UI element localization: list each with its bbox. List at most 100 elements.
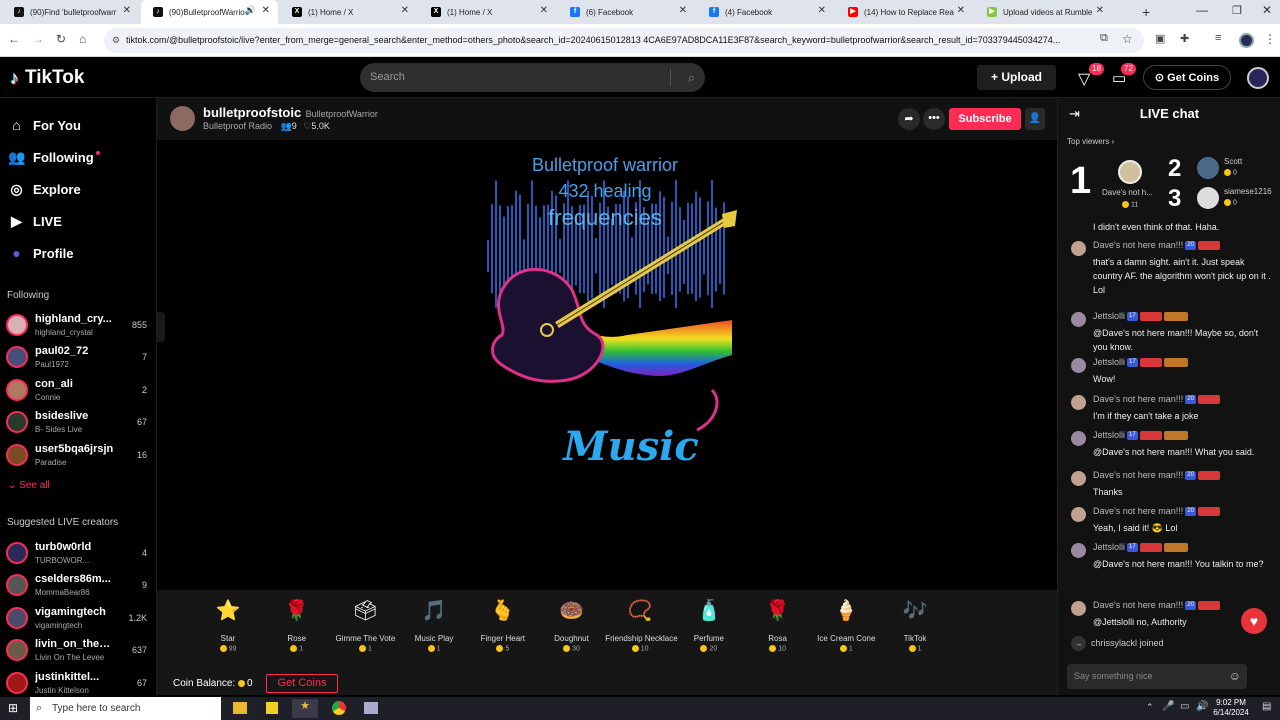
chat-username[interactable]: Jettslolli [1093,542,1125,552]
more-options-icon[interactable]: ••• [923,108,945,130]
chat-avatar[interactable] [1071,601,1086,616]
top-viewers-link[interactable]: Top viewers › [1067,137,1114,146]
tiktok-logo[interactable]: ♪ TikTok [10,67,84,89]
notifications-icon[interactable]: ▤ [1262,701,1271,712]
suggested-creator[interactable]: cselders86m... MommaBear86 9 [6,571,151,601]
chat-input[interactable]: Say something nice ☺ [1067,664,1247,689]
tray-chevron-icon[interactable]: ⌃ [1146,702,1154,713]
chat-username[interactable]: Jettslolli [1093,430,1125,440]
browser-menu-icon[interactable]: ⋮ [1264,32,1276,46]
following-user[interactable]: con_ali Connie 2 [6,376,151,406]
volume-icon[interactable]: 🔊 [1196,701,1208,712]
back-icon[interactable]: ← [8,32,20,46]
close-tab-icon[interactable]: ✕ [1096,5,1104,16]
taskbar-search-input[interactable]: ⌕ Type here to search [30,697,221,720]
following-user[interactable]: highland_cry... highland_crystal 855 [6,311,151,341]
close-tab-icon[interactable]: ✕ [540,5,548,16]
chat-username[interactable]: Dave's not here man!!! [1093,506,1183,516]
get-coins-button[interactable]: Get Coins [266,674,338,693]
upload-button[interactable]: + Upload [977,65,1056,90]
gift-item[interactable]: 🍩 Doughnut 30 [537,596,607,652]
reload-icon[interactable]: ↻ [56,32,66,46]
clock[interactable]: 9:02 PM 6/14/2024 [1208,698,1254,718]
browser-tab[interactable]: X (1) Home / X ✕ [280,0,417,24]
sticky-notes-icon[interactable] [266,702,278,714]
sidebar-collapse-handle[interactable] [157,312,165,342]
open-in-app-icon[interactable]: ⧉ [1100,32,1108,45]
windows-start-icon[interactable]: ⊞ [8,701,18,715]
chat-username[interactable]: Jettslolli [1093,311,1125,321]
browser-tab[interactable]: ♪ (90)Find 'bulletproofwarr ✕ [2,0,139,24]
search-icon[interactable]: ⌕ [688,63,695,92]
close-tab-icon[interactable]: ✕ [679,5,687,16]
close-tab-icon[interactable]: ✕ [957,5,965,16]
nav-profile[interactable]: ● Profile [8,245,73,261]
close-tab-icon[interactable]: ✕ [123,5,131,16]
gift-item[interactable]: 🎵 Music Play 1 [399,596,469,652]
chat-avatar[interactable] [1071,395,1086,410]
chat-avatar[interactable] [1071,507,1086,522]
address-bar[interactable]: ⚙ tiktok.com/@bulletproofstoic/live?ente… [104,28,1144,53]
microphone-icon[interactable]: 🎤 [1162,701,1174,712]
speaker-icon[interactable]: 🔊 [245,5,256,16]
chrome-icon[interactable] [332,701,346,715]
following-user[interactable]: paul02_72 Paul1972 7 [6,343,151,373]
browser-tab[interactable]: ▶ (14) How to Replace Rea ✕ [836,0,973,24]
nav-live[interactable]: ▶ LIVE [8,213,62,230]
top-viewer-avatar[interactable] [1197,187,1219,209]
gift-item[interactable]: 🗳 Gimme The Vote 1 [330,596,400,652]
browser-tab[interactable]: X (1) Home / X ✕ [419,0,556,24]
user-avatar[interactable] [1247,67,1269,89]
top-viewer-avatar[interactable] [1118,160,1142,184]
suggested-creator[interactable]: livin_on_the_l... Livin On The Levee 637 [6,636,151,666]
streamer-avatar[interactable] [170,106,195,131]
browser-tab[interactable]: f (4) Facebook ✕ [697,0,834,24]
following-user[interactable]: bsideslive B- Sides Live 67 [6,408,151,438]
extensions-puzzle-icon[interactable]: ✚ [1180,32,1189,45]
nav-for-you[interactable]: ⌂ For You [8,117,81,133]
chat-avatar[interactable] [1071,471,1086,486]
suggested-creator[interactable]: justinkittel... Justin Kittelson 67 [6,669,151,695]
forward-icon[interactable]: → [32,32,44,46]
chat-avatar[interactable] [1071,543,1086,558]
chat-avatar[interactable] [1071,241,1086,256]
browser-tab[interactable]: ♪ (90)BulletproofWarrio 🔊 ✕ [141,0,278,24]
app-star-icon[interactable]: ★ [292,699,318,718]
browser-profile-avatar[interactable] [1239,33,1254,48]
gift-item[interactable]: 🌹 Rose 1 [262,596,332,652]
get-coins-header-button[interactable]: ⊙ Get Coins [1143,65,1231,90]
browser-tab[interactable]: ▶ Upload videos at Rumble ✕ [975,0,1112,24]
nav-following[interactable]: 👥 Following [8,149,100,166]
nav-explore[interactable]: ◎ Explore [8,181,80,198]
share-icon[interactable]: ➦ [898,108,920,130]
bookmark-star-icon[interactable]: ☆ [1122,32,1133,46]
extension-icon[interactable]: ▣ [1155,32,1165,45]
chat-username[interactable]: Dave's not here man!!! [1093,240,1183,250]
file-explorer-icon[interactable] [233,702,247,714]
minimize-button[interactable]: — [1196,3,1208,17]
new-tab-button[interactable]: + [1142,4,1150,20]
gift-item[interactable]: 🍦 Ice Cream Cone 1 [811,596,881,652]
close-window-button[interactable]: ✕ [1262,3,1272,17]
emoji-icon[interactable]: ☺ [1229,664,1241,689]
chat-avatar[interactable] [1071,431,1086,446]
chat-username[interactable]: Dave's not here man!!! [1093,394,1183,404]
home-icon[interactable]: ⌂ [79,32,86,46]
gift-item[interactable]: 🧴 Perfume 20 [674,596,744,652]
chat-username[interactable]: Jettslolli [1093,357,1125,367]
inbox-icon[interactable]: ▽ [1078,69,1090,89]
top-viewer-avatar[interactable] [1197,157,1219,179]
subscribe-button[interactable]: Subscribe [949,108,1021,130]
see-all-link[interactable]: ⌄ See all [8,480,50,491]
close-tab-icon[interactable]: ✕ [401,5,409,16]
close-tab-icon[interactable]: ✕ [262,5,270,16]
follow-user-icon[interactable]: 👤 [1025,108,1045,130]
media-controls-icon[interactable]: ≡ [1215,32,1221,44]
browser-tab[interactable]: f (6) Facebook ✕ [558,0,695,24]
close-tab-icon[interactable]: ✕ [818,5,826,16]
streamer-username[interactable]: bulletproofstoic [203,105,301,120]
search-input[interactable]: Search ⌕ [360,63,705,92]
suggested-creator[interactable]: vigamingtech vigamingtech 1.2K [6,604,151,634]
gift-item[interactable]: 🌹 Rosa 10 [743,596,813,652]
chat-avatar[interactable] [1071,358,1086,373]
